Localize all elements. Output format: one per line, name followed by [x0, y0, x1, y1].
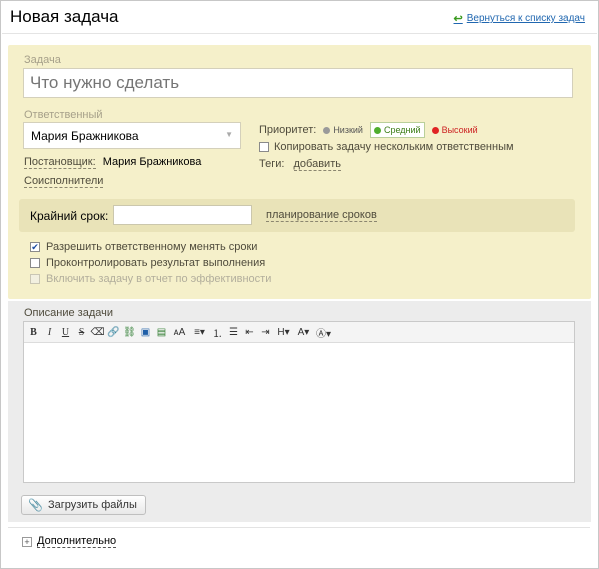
paperclip-icon: 📎	[28, 498, 43, 512]
back-link-label: Вернуться к списку задач	[466, 13, 585, 24]
responsible-value: Мария Бражникова	[31, 129, 139, 143]
plus-icon: +	[22, 536, 32, 547]
copy-to-multiple-label: Копировать задачу нескольким ответственн…	[274, 141, 514, 153]
editor-toolbar: B I U S ⌫ 🔗 ⛓ ▣ ▤ ᴀA ≡▾ ⒈ ☰ ⇤ ⇥ H▾ A▾ Ⓐ▾	[24, 322, 574, 343]
back-arrow-icon: ↩	[453, 13, 463, 25]
link-icon[interactable]: 🔗	[107, 326, 120, 339]
align-icon[interactable]: ≡▾	[191, 326, 208, 339]
allow-change-deadline-checkbox[interactable]: ✔	[30, 242, 40, 252]
priority-selector: Приоритет: Низкий Средний Высокий	[259, 122, 481, 138]
priority-high-label: Высокий	[441, 125, 478, 135]
task-form-frame: Новая задача ↩ Вернуться к списку задач …	[0, 0, 599, 569]
gray-dot-icon	[323, 126, 331, 134]
description-section: Описание задачи B I U S ⌫ 🔗 ⛓ ▣ ▤ ᴀA ≡▾ …	[8, 301, 591, 522]
indent-icon[interactable]: ⇥	[259, 326, 272, 339]
option-control-result: Проконтролировать результат выполнения	[30, 257, 265, 269]
green-dot-icon	[373, 126, 381, 134]
task-main-section: Задача Ответственный Мария Бражникова ▼ …	[8, 45, 591, 299]
font-size-icon[interactable]: A▾	[295, 326, 312, 339]
deadline-bar: Крайний срок: планирование сроков	[19, 199, 575, 232]
priority-high-option[interactable]: Высокий	[429, 123, 481, 137]
red-dot-icon	[431, 126, 439, 134]
eraser-icon[interactable]: ⌫	[90, 326, 104, 339]
task-title-input[interactable]	[23, 68, 573, 98]
priority-low-option[interactable]: Низкий	[320, 123, 366, 137]
creator-value: Мария Бражникова	[102, 156, 202, 168]
upload-files-button[interactable]: 📎 Загрузить файлы	[21, 495, 146, 515]
priority-low-label: Низкий	[333, 125, 363, 135]
bold-icon[interactable]: B	[27, 326, 40, 339]
tags-label: Теги:	[259, 158, 285, 170]
additional-label: Дополнительно	[37, 535, 117, 548]
font-format-icon[interactable]: ᴀA	[171, 326, 188, 339]
priority-label: Приоритет:	[259, 124, 317, 136]
video-icon[interactable]: ▤	[155, 326, 168, 339]
italic-icon[interactable]: I	[43, 326, 56, 339]
coexecutors-link[interactable]: Соисполнители	[24, 175, 104, 188]
priority-medium-label: Средний	[383, 125, 421, 135]
upload-files-label: Загрузить файлы	[47, 499, 137, 511]
control-result-checkbox[interactable]	[30, 258, 40, 268]
back-to-list-link[interactable]: ↩ Вернуться к списку задач	[454, 12, 585, 25]
creator-link[interactable]: Постановщик:	[24, 156, 96, 169]
tags-row: Теги: добавить	[259, 158, 341, 171]
underline-icon[interactable]: U	[59, 326, 72, 339]
description-editor: B I U S ⌫ 🔗 ⛓ ▣ ▤ ᴀA ≡▾ ⒈ ☰ ⇤ ⇥ H▾ A▾ Ⓐ▾	[23, 321, 575, 483]
bottom-divider	[8, 527, 590, 528]
editor-content-area[interactable]	[24, 343, 574, 482]
font-color-icon[interactable]: Ⓐ▾	[315, 326, 332, 340]
deadline-input[interactable]	[113, 205, 252, 225]
control-result-label: Проконтролировать результат выполнения	[46, 257, 266, 269]
page-title: Новая задача	[10, 7, 119, 26]
additional-toggle[interactable]: + Дополнительно	[22, 535, 117, 548]
chevron-down-icon: ▼	[225, 130, 233, 139]
bullet-list-icon[interactable]: ☰	[227, 326, 240, 339]
priority-medium-option[interactable]: Средний	[369, 122, 425, 138]
heading-icon[interactable]: H▾	[275, 326, 292, 339]
outdent-icon[interactable]: ⇤	[243, 326, 256, 339]
copy-to-multiple-checkbox[interactable]	[259, 142, 269, 152]
header-divider	[2, 33, 597, 34]
add-tag-link[interactable]: добавить	[293, 158, 341, 171]
unlink-icon[interactable]: ⛓	[123, 326, 136, 339]
copy-to-multiple-row: Копировать задачу нескольким ответственн…	[259, 141, 514, 153]
option-allow-change-deadline: ✔ Разрешить ответственному менять сроки	[30, 241, 257, 253]
image-icon[interactable]: ▣	[139, 326, 152, 339]
responsible-label: Ответственный	[24, 109, 103, 121]
deadline-planning-link[interactable]: планирование сроков	[266, 209, 377, 222]
creator-row: Постановщик: Мария Бражникова	[24, 156, 202, 169]
ordered-list-icon[interactable]: ⒈	[211, 326, 224, 340]
allow-change-deadline-label: Разрешить ответственному менять сроки	[46, 241, 258, 253]
efficiency-report-label: Включить задачу в отчет по эффективности	[46, 273, 272, 285]
responsible-select[interactable]: Мария Бражникова ▼	[23, 122, 241, 149]
efficiency-report-checkbox	[30, 274, 40, 284]
option-efficiency-report: Включить задачу в отчет по эффективности	[30, 273, 271, 285]
deadline-label: Крайний срок:	[30, 209, 109, 223]
task-title-label: Задача	[24, 54, 61, 66]
description-label: Описание задачи	[24, 307, 113, 319]
strikethrough-icon[interactable]: S	[75, 326, 88, 339]
